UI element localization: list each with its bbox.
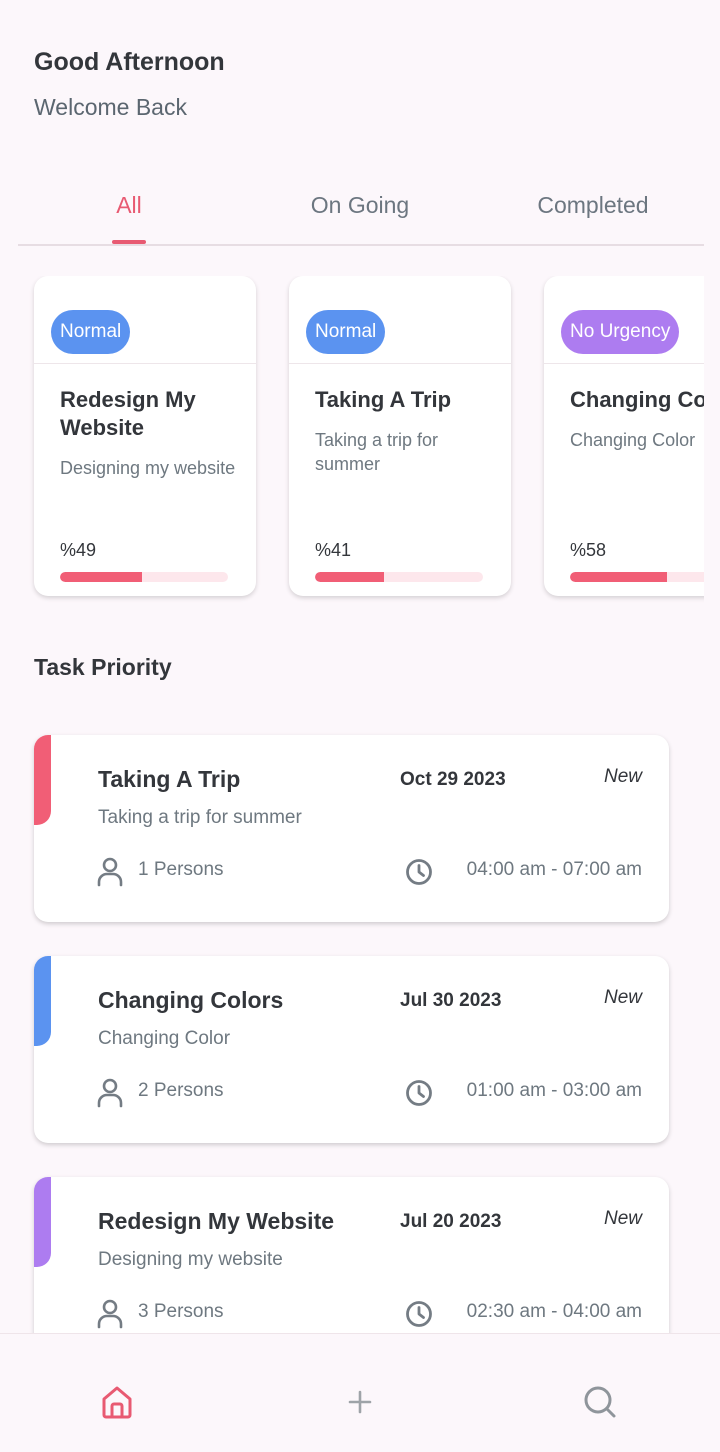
progress-bar: [570, 572, 704, 582]
person-icon: [97, 857, 123, 887]
task-title: Redesign My Website: [98, 1208, 335, 1234]
clock-icon: [406, 1301, 432, 1327]
card-header: No Urgency: [544, 276, 704, 364]
priority-badge: Normal: [306, 310, 386, 354]
tab-all[interactable]: All: [100, 192, 158, 219]
task-time: 04:00 am - 07:00 am: [466, 859, 642, 880]
task-description: Taking a trip for summer: [98, 807, 302, 828]
task-persons: 3 Persons: [138, 1301, 224, 1322]
card-percent: %49: [60, 540, 97, 560]
progress-fill: [60, 572, 143, 582]
card-description: Designing my website: [60, 458, 236, 478]
card-title: Changing Colors: [570, 387, 704, 412]
task-persons: 2 Persons: [138, 1080, 224, 1101]
progress-bar: [60, 572, 228, 582]
tab-completed[interactable]: Completed: [518, 192, 668, 219]
task-time: 02:30 am - 04:00 am: [466, 1301, 642, 1322]
task-description: Changing Color: [98, 1028, 231, 1049]
card-header: Normal: [34, 276, 256, 364]
clock-icon: [406, 859, 432, 885]
task-date: Jul 20 2023: [400, 1211, 502, 1232]
task-status: New: [603, 766, 642, 787]
greeting-title: Good Afternoon: [34, 48, 225, 76]
home-icon[interactable]: [97, 1382, 137, 1422]
task-cards-carousel[interactable]: Normal Redesign My Website Designing my …: [0, 276, 704, 606]
card-title: Taking A Trip: [315, 387, 452, 412]
card-description: Taking a trip for summer: [315, 430, 439, 474]
card-description: Changing Color: [570, 430, 696, 450]
home-screen: Good Afternoon Welcome Back All On Going…: [0, 0, 720, 1452]
person-icon: [97, 1078, 123, 1108]
progress-fill: [570, 572, 668, 582]
task-list-item[interactable]: Changing Colors Jul 30 2023 New Changing…: [34, 956, 669, 1143]
task-date: Oct 29 2023: [400, 769, 506, 790]
progress-fill: [315, 572, 384, 582]
priority-badge: Normal: [51, 310, 131, 354]
plus-icon[interactable]: [340, 1382, 380, 1422]
task-persons: 1 Persons: [138, 859, 224, 880]
task-status: New: [603, 1208, 642, 1229]
task-card[interactable]: Normal Redesign My Website Designing my …: [34, 276, 256, 596]
filter-tabs: All On Going Completed: [18, 180, 704, 246]
task-accent-bar: [34, 956, 51, 1046]
progress-bar: [315, 572, 483, 582]
bottom-navigation: [0, 1333, 720, 1452]
search-icon[interactable]: [580, 1382, 620, 1422]
card-percent: %58: [570, 540, 607, 560]
task-title: Changing Colors: [98, 987, 284, 1013]
task-time: 01:00 am - 03:00 am: [466, 1080, 642, 1101]
task-list-item[interactable]: Taking A Trip Oct 29 2023 New Taking a t…: [34, 735, 669, 922]
task-card[interactable]: Normal Taking A Trip Taking a trip for s…: [289, 276, 511, 596]
card-percent: %41: [315, 540, 352, 560]
task-accent-bar: [34, 1177, 51, 1267]
tab-on-going[interactable]: On Going: [290, 192, 430, 219]
clock-icon: [406, 1080, 432, 1106]
task-title: Taking A Trip: [98, 766, 241, 792]
tab-active-indicator: [112, 240, 146, 244]
task-date: Jul 30 2023: [400, 990, 502, 1011]
priority-badge: No Urgency: [561, 310, 680, 354]
task-accent-bar: [34, 735, 51, 825]
task-priority-title: Task Priority: [34, 654, 172, 680]
task-status: New: [603, 987, 642, 1008]
person-icon: [97, 1299, 123, 1329]
task-card[interactable]: No Urgency Changing Colors Changing Colo…: [544, 276, 704, 596]
task-description: Designing my website: [98, 1249, 283, 1270]
card-header: Normal: [289, 276, 511, 364]
welcome-subtitle: Welcome Back: [34, 94, 187, 120]
card-title: Redesign My Website: [60, 387, 196, 440]
